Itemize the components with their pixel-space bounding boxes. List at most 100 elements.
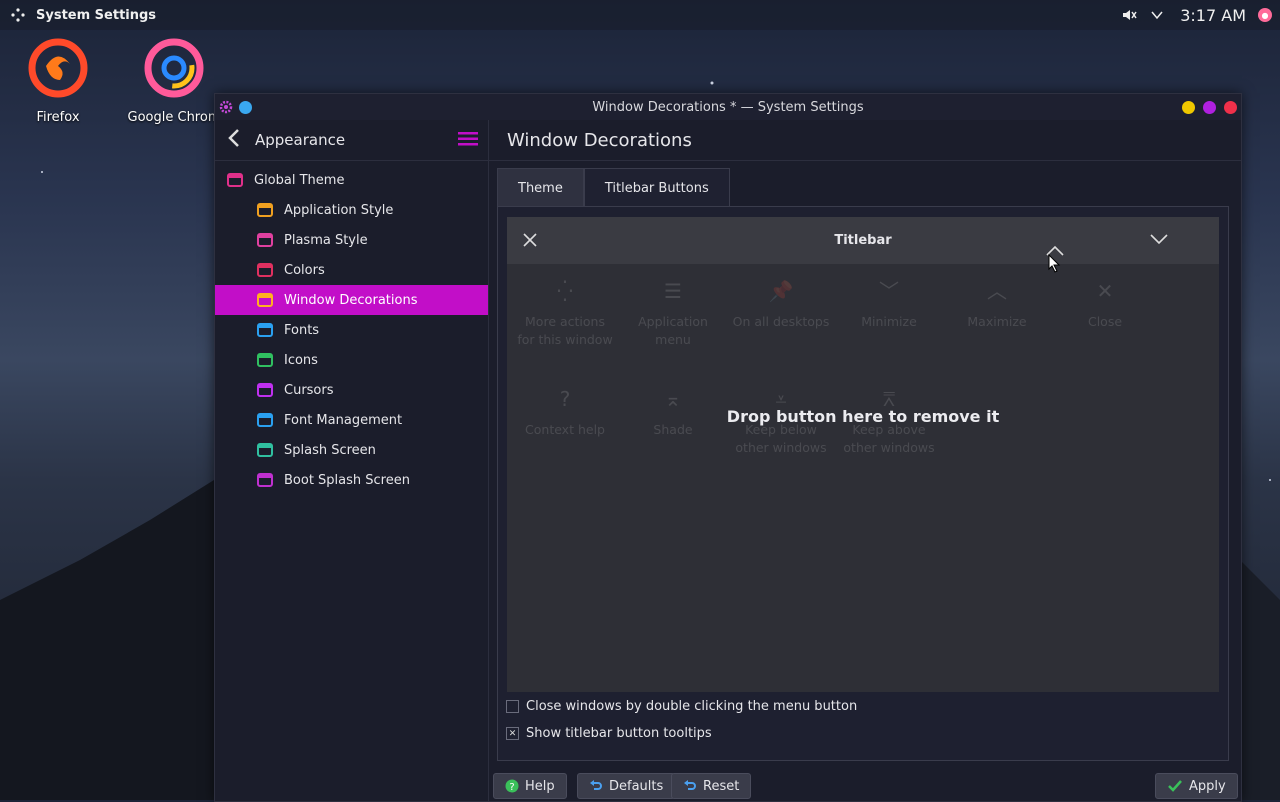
sidebar-item-boot-splash-screen[interactable]: Boot Splash Screen [215,465,488,495]
sidebar-item-label: Boot Splash Screen [284,472,410,488]
window-titlebar[interactable]: Window Decorations * — System Settings [215,94,1241,120]
apply-label: Apply [1189,778,1226,794]
window-decorations-icon [255,290,275,310]
desktop-icon-firefox[interactable]: Firefox [8,36,108,125]
launcher-icon [11,8,25,22]
option-label: Show titlebar button tooltips [526,726,712,741]
system-settings-window: Window Decorations * — System Settings A… [214,93,1242,802]
help-button[interactable]: ? Help [493,773,567,799]
clock[interactable]: 3:17 AM [1180,6,1246,25]
available-button-minimize[interactable]: ﹀ Minimize [839,277,939,331]
app-launcher-button[interactable] [0,0,36,30]
main-panel: Window Decorations Theme Titlebar Button… [489,120,1241,801]
minimize-button[interactable] [1182,100,1195,114]
available-button-label: Keep above other windows [843,422,935,455]
icons-icon [255,350,275,370]
desktop-icon-label: Google Chrom [127,110,221,125]
reset-button[interactable]: Reset [671,773,752,799]
hamburger-menu-icon[interactable] [458,131,478,147]
checkmark-icon [1168,780,1182,792]
desktop-icon-label: Firefox [36,110,80,125]
sidebar: Appearance Global Theme Application Style… [215,120,489,801]
sidebar-item-label: Fonts [284,322,320,338]
available-button-label: On all desktops [732,314,830,329]
available-button-label: More actions for this window [517,314,613,347]
sidebar-item-splash-screen[interactable]: Splash Screen [215,435,488,465]
sidebar-item-global-theme[interactable]: Global Theme [215,165,488,195]
sidebar-category-title: Appearance [255,131,346,149]
option-close-double-click[interactable]: Close windows by double clicking the men… [506,693,857,720]
help-label: Help [525,778,555,794]
available-button-more-actions[interactable]: ⁛ More actions for this window [515,277,615,349]
app-menu-icon: ☰ [664,279,682,303]
close-button[interactable] [1224,100,1237,114]
option-show-tooltips[interactable]: ✕ Show titlebar button tooltips [506,720,857,747]
sidebar-item-fonts[interactable]: Fonts [215,315,488,345]
back-arrow-icon[interactable] [227,128,251,153]
sidebar-item-label: Window Decorations [284,292,418,308]
available-button-app-menu[interactable]: ☰ Application menu [623,277,723,349]
dialog-footer: ? Help Defaults Reset Apply [489,768,1241,801]
drop-zone-message: Drop button here to remove it [726,407,1000,426]
fonts-icon [255,320,275,340]
sidebar-list: Global Theme Application Style Plasma Styl… [215,165,488,495]
sidebar-item-label: Icons [284,352,318,368]
sidebar-item-application-style[interactable]: Application Style [215,195,488,225]
defaults-button[interactable]: Defaults [577,773,676,799]
help-icon: ? [505,779,519,793]
colors-icon [255,260,275,280]
options: Close windows by double clicking the men… [506,693,857,747]
defaults-label: Defaults [609,778,664,794]
desktop-icon-chrome[interactable]: Google Chrom [124,36,224,125]
checkbox-checked[interactable]: ✕ [506,727,519,740]
sidebar-item-plasma-style[interactable]: Plasma Style [215,225,488,255]
cursors-icon [255,380,275,400]
settings-gear-icon[interactable] [219,100,233,114]
reset-label: Reset [703,778,740,794]
checkbox-unchecked[interactable] [506,700,519,713]
available-button-close[interactable]: ✕ Close [1055,277,1155,331]
available-button-label: Maximize [967,314,1027,329]
more-actions-icon: ⁛ [557,279,573,303]
preview-minimize-icon[interactable] [1149,232,1169,246]
on-all-desktops-button[interactable] [239,100,252,114]
sidebar-item-label: Global Theme [254,172,345,188]
user-avatar-icon[interactable]: ● [1258,8,1272,22]
splash-screen-icon [255,440,275,460]
maximize-icon: ︿ [987,279,1007,303]
available-button-label: Keep below other windows [735,422,827,455]
tray-expand-chevron-icon[interactable] [1150,8,1164,22]
minimize-icon: ﹀ [879,279,899,303]
tab-titlebar-buttons[interactable]: Titlebar Buttons [583,168,730,209]
titlebar-buttons-page: Titlebar ⁛ More actions for this window ☰ A… [497,206,1229,761]
tab-theme[interactable]: Theme [497,168,584,208]
sidebar-item-label: Colors [284,262,325,278]
boot-splash-icon [255,470,275,490]
preview-titlebar[interactable]: Titlebar [507,217,1219,273]
volume-muted-icon[interactable] [1120,6,1138,24]
firefox-icon [28,38,88,98]
tab-bar: Theme Titlebar Buttons [497,168,730,209]
sidebar-item-label: Splash Screen [284,442,376,458]
maximize-button[interactable] [1203,100,1216,114]
sidebar-item-window-decorations[interactable]: Window Decorations [215,285,488,315]
undo-icon [590,780,602,790]
sidebar-item-cursors[interactable]: Cursors [215,375,488,405]
sidebar-item-label: Cursors [284,382,334,398]
preview-titlebar-label: Titlebar [834,233,892,248]
apply-button[interactable]: Apply [1155,773,1238,799]
font-management-icon [255,410,275,430]
application-style-icon [255,200,275,220]
svg-text:?: ? [509,782,514,793]
sidebar-item-colors[interactable]: Colors [215,255,488,285]
sidebar-item-label: Plasma Style [284,232,368,248]
option-label: Close windows by double clicking the men… [526,699,858,714]
sidebar-item-font-management[interactable]: Font Management [215,405,488,435]
chrome-icon [144,38,204,98]
titlebar-preview[interactable]: Titlebar ⁛ More actions for this window ☰ A… [507,217,1219,692]
close-icon: ✕ [1096,279,1114,303]
available-button-maximize[interactable]: ︿ Maximize [947,277,1047,331]
available-button-pin[interactable]: 📌 On all desktops [731,277,831,331]
sidebar-item-icons[interactable]: Icons [215,345,488,375]
mouse-pointer-icon [1048,253,1061,273]
